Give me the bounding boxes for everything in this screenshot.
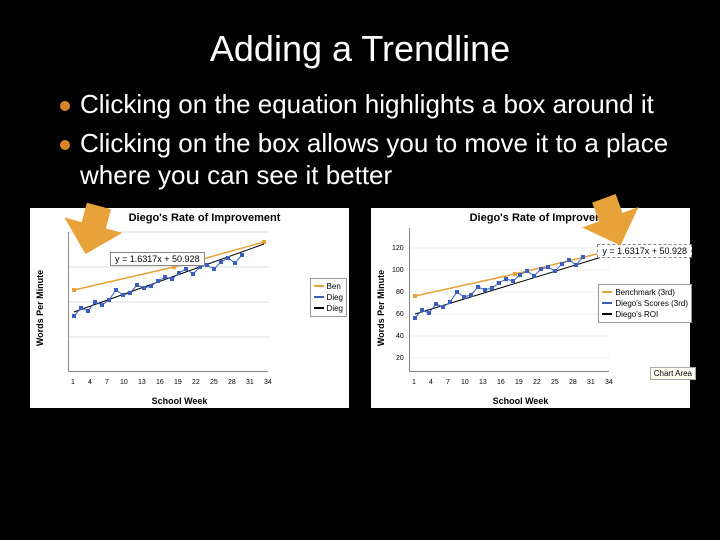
svg-text:19: 19 — [515, 379, 523, 386]
svg-text:28: 28 — [228, 379, 236, 386]
bullet-item: Clicking on the equation highlights a bo… — [60, 88, 670, 121]
svg-text:80: 80 — [396, 289, 404, 296]
svg-text:34: 34 — [264, 379, 272, 386]
charts-container: Diego's Rate of Improvement Words Per Mi… — [0, 198, 720, 408]
bullet-text: Clicking on the equation highlights a bo… — [80, 88, 654, 121]
svg-text:13: 13 — [138, 379, 146, 386]
chart-right[interactable]: Diego's Rate of Improvement Words Per Mi… — [371, 208, 690, 408]
x-axis-label: School Week — [411, 396, 630, 406]
svg-text:40: 40 — [396, 333, 404, 340]
arrow-down-icon — [580, 192, 660, 262]
arrow-down-icon — [60, 200, 140, 270]
svg-text:16: 16 — [497, 379, 505, 386]
chart-legend: Benchmark (3rd) Diego's Scores (3rd) Die… — [598, 284, 692, 324]
svg-text:7: 7 — [105, 379, 109, 386]
svg-text:100: 100 — [392, 267, 404, 274]
svg-text:31: 31 — [587, 379, 595, 386]
svg-text:13: 13 — [479, 379, 487, 386]
y-axis-label: Words Per Minute — [376, 269, 386, 345]
svg-text:25: 25 — [210, 379, 218, 386]
legend-item: Benchmark (3rd) — [615, 287, 675, 298]
svg-text:16: 16 — [156, 379, 164, 386]
bullet-dot-icon — [60, 140, 70, 150]
svg-text:4: 4 — [429, 379, 433, 386]
svg-text:120: 120 — [392, 245, 404, 252]
chart-left[interactable]: Diego's Rate of Improvement Words Per Mi… — [30, 208, 349, 408]
legend-item: Diego's ROI — [615, 309, 658, 320]
svg-text:25: 25 — [551, 379, 559, 386]
slide-title: Adding a Trendline — [0, 0, 720, 88]
plot-area: 12010080604020 147101316192225283134 — [409, 228, 609, 372]
svg-text:10: 10 — [461, 379, 469, 386]
bullet-item: Clicking on the box allows you to move i… — [60, 127, 670, 192]
x-axis-label: School Week — [70, 396, 289, 406]
svg-text:31: 31 — [246, 379, 254, 386]
svg-text:22: 22 — [192, 379, 200, 386]
chart-area-tooltip: Chart Area — [650, 367, 696, 380]
legend-item: Diego's Scores (3rd) — [615, 298, 688, 309]
y-axis-label: Words Per Minute — [35, 269, 45, 345]
svg-text:7: 7 — [446, 379, 450, 386]
svg-text:28: 28 — [569, 379, 577, 386]
bullet-dot-icon — [60, 101, 70, 111]
svg-text:22: 22 — [533, 379, 541, 386]
svg-text:19: 19 — [174, 379, 182, 386]
svg-text:20: 20 — [396, 355, 404, 362]
legend-item: Dieg — [327, 292, 343, 303]
svg-text:10: 10 — [120, 379, 128, 386]
bullet-list: Clicking on the equation highlights a bo… — [0, 88, 720, 192]
legend-item: Dieg — [327, 303, 343, 314]
svg-text:1: 1 — [71, 379, 75, 386]
svg-text:60: 60 — [396, 311, 404, 318]
svg-text:4: 4 — [88, 379, 92, 386]
svg-text:34: 34 — [605, 379, 613, 386]
svg-text:1: 1 — [412, 379, 416, 386]
bullet-text: Clicking on the box allows you to move i… — [80, 127, 670, 192]
legend-item: Ben — [327, 281, 341, 292]
chart-legend: Ben Dieg Dieg — [310, 278, 347, 318]
